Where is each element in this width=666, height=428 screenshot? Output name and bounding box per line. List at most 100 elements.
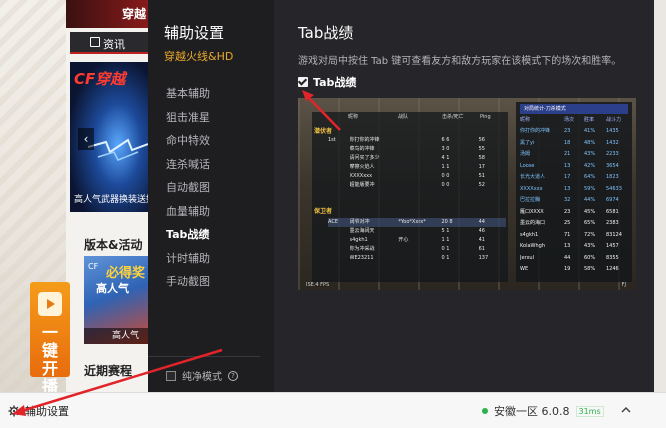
- tab-stats-toggle[interactable]: Tab战绩: [298, 74, 356, 90]
- live-stream-promo[interactable]: 一键开播: [30, 282, 70, 396]
- scoreboard-cell: 56: [478, 137, 485, 143]
- help-icon[interactable]: ?: [228, 370, 238, 381]
- assist-settings-button[interactable]: 辅助设置: [8, 403, 69, 419]
- scoreboard-row: XXXXxxx 0 0 51: [328, 172, 506, 181]
- match-stats-cell: 黑了yi: [520, 139, 535, 146]
- settings-nav-item[interactable]: 计时辅助: [148, 247, 274, 271]
- tab-stats-checkbox[interactable]: [298, 77, 308, 87]
- scoreboard-panel: 昵称 战队 击杀/死亡 Ping 潜伏者 1st 你打你的冲锋 6 6 56 菜鸟的冲锋 3 0 55…: [312, 112, 508, 282]
- scoreboard-cell: WE23211: [349, 255, 374, 261]
- match-stats-cell: XXXXxxx: [520, 185, 543, 192]
- match-stats-cell: 54633: [606, 185, 622, 192]
- match-stats-cell: 2383: [606, 220, 619, 226]
- scoreboard-row: 菜鸟的冲锋 3 0 55: [328, 145, 506, 154]
- scoreboard-cell: 请问买了多少: [349, 155, 380, 161]
- match-stats-cell: 6974: [606, 197, 619, 203]
- scoreboard-row: 超能版要冲 0 0 52: [328, 181, 506, 190]
- settings-nav-item[interactable]: 连杀喊话: [148, 153, 274, 177]
- match-stats-cell: 42%: [584, 162, 596, 169]
- match-stats-header-cell: 场次: [564, 117, 575, 123]
- event-caption: 高人气: [84, 328, 150, 344]
- pure-mode-checkbox[interactable]: [166, 370, 176, 381]
- settings-nav-item[interactable]: 自动截图: [148, 176, 274, 200]
- event-card[interactable]: CF 必得奖 高人气 高人气: [84, 256, 150, 344]
- match-stats-cell: 1432: [606, 139, 619, 146]
- scoreboard-cell: [328, 236, 350, 245]
- scoreboard-cell: 1 1: [441, 164, 450, 170]
- event-logo: CF: [88, 262, 99, 271]
- match-stats-row: XXXXxxx 13 59% 54633: [520, 185, 628, 194]
- preview-footer-right: FJ: [621, 282, 626, 288]
- match-stats-cell: 巴拉拉胸: [520, 197, 541, 203]
- team-label: 保卫者: [314, 208, 333, 215]
- scoreboard-cell: 5 1: [441, 228, 450, 234]
- scoreboard-cell: s4gkh1: [349, 237, 368, 243]
- match-stats-row: Loose 13 42% 3654: [520, 162, 628, 171]
- scoreboard-cell: 55: [478, 146, 485, 152]
- scoreboard-cell: 1st: [328, 137, 336, 143]
- match-stats-cell: 13: [564, 243, 571, 249]
- match-stats-row: 墨云的海口 25 65% 2383: [520, 219, 628, 228]
- match-stats-row: 雁口XXXX 23 45% 6581: [520, 208, 628, 217]
- scoreboard-cell: 你为冲采战: [349, 246, 375, 252]
- settings-nav-item[interactable]: 基本辅助: [148, 82, 274, 106]
- settings-nav-item[interactable]: 命中特效: [148, 129, 274, 153]
- scoreboard-cell: 20 8: [441, 219, 453, 225]
- match-stats-cell: 1823: [606, 174, 619, 180]
- status-bar: 辅助设置 安徽一区 6.0.8 31ms: [0, 392, 666, 428]
- match-stats-row: 长光大道人 17 64% 1823: [520, 173, 628, 182]
- scoreboard-cell: 58: [478, 155, 485, 161]
- scoreboard-cell: [398, 163, 441, 172]
- settings-nav-item[interactable]: Tab战绩: [148, 223, 274, 247]
- match-stats-cell: 8355: [606, 254, 619, 261]
- launcher-main-column: 穿越 资讯 CF穿越 ‹ 高人气武器换装送好 版本&活动 CF 必得奖 高人气 …: [66, 0, 150, 400]
- match-stats-row: 巴拉拉胸 32 44% 6974: [520, 196, 628, 205]
- match-stats-cell: 汤姆: [520, 151, 531, 157]
- scoreboard-cell: 0 1: [441, 255, 450, 261]
- scoreboard-cell: XXXXxxx: [349, 173, 373, 179]
- scoreboard-cell: 17: [478, 164, 485, 170]
- launcher-top-title: 穿越: [122, 7, 147, 21]
- match-stats-cell: Loose: [520, 162, 535, 169]
- pure-mode-toggle[interactable]: 纯净模式 ?: [166, 368, 238, 383]
- tab-stats-label: Tab战绩: [313, 76, 357, 89]
- news-banner[interactable]: CF穿越 ‹ 高人气武器换装送好: [70, 62, 150, 212]
- match-stats-title: 对局统计-刀杀模式: [520, 104, 628, 114]
- scoreboard-row: 墨云海阔天 5 1 46: [328, 227, 506, 236]
- match-stats-header-cell: 昵称: [520, 117, 531, 123]
- version-activity-title: 版本&活动: [84, 238, 143, 252]
- match-stats-cell: 71: [564, 231, 571, 238]
- scoreboard-cell: [328, 227, 350, 236]
- match-stats-header-cell: 战斗力: [606, 117, 622, 123]
- server-status[interactable]: 安徽一区 6.0.8 31ms: [482, 403, 604, 419]
- play-icon: [38, 292, 62, 316]
- settings-nav-item[interactable]: 血量辅助: [148, 200, 274, 224]
- scoreboard-cell: [328, 254, 350, 263]
- match-stats-cell: WE: [520, 266, 529, 272]
- game-name: 穿越火线&HD: [164, 50, 234, 63]
- chevron-up-icon[interactable]: [620, 404, 632, 416]
- match-stats-cell: 59%: [584, 185, 596, 192]
- scoreboard-cell: 61: [478, 246, 485, 252]
- match-stats-cell: 72%: [584, 231, 596, 238]
- ping-badge: 31ms: [575, 405, 604, 417]
- banner-prev-button[interactable]: ‹: [78, 128, 94, 150]
- scoreboard-cell: 1 1: [441, 237, 450, 243]
- scoreboard-cell: 44: [478, 219, 485, 225]
- online-dot-icon: [482, 408, 488, 414]
- match-stats-cell: 6581: [606, 208, 619, 215]
- match-stats-cell: 13: [564, 162, 571, 169]
- scoreboard-cell: [398, 254, 441, 263]
- scoreboard-cell: 46: [478, 228, 485, 234]
- match-stats-panel: 对局统计-刀杀模式 昵称 场次 胜率 战斗力 你打你的冲锋 23 41% 1435 黑了yi 18…: [516, 102, 632, 282]
- server-label: 安徽一区 6.0.8: [494, 405, 570, 418]
- settings-nav-item[interactable]: 手动截图: [148, 270, 274, 294]
- settings-nav-item[interactable]: 狙击准星: [148, 106, 274, 130]
- scoreboard-row: ACE 阔爷对冲 *Yoo*Xxrx* 20 8 44: [328, 218, 506, 227]
- scoreboard-cell: 0 1: [441, 246, 450, 252]
- match-stats-cell: 1435: [606, 128, 619, 134]
- match-stats-cell: 44: [564, 254, 571, 261]
- news-tab[interactable]: 资讯: [70, 32, 150, 54]
- scoreboard-header-cell: 战队: [398, 114, 409, 120]
- match-stats-cell: 41%: [584, 128, 596, 134]
